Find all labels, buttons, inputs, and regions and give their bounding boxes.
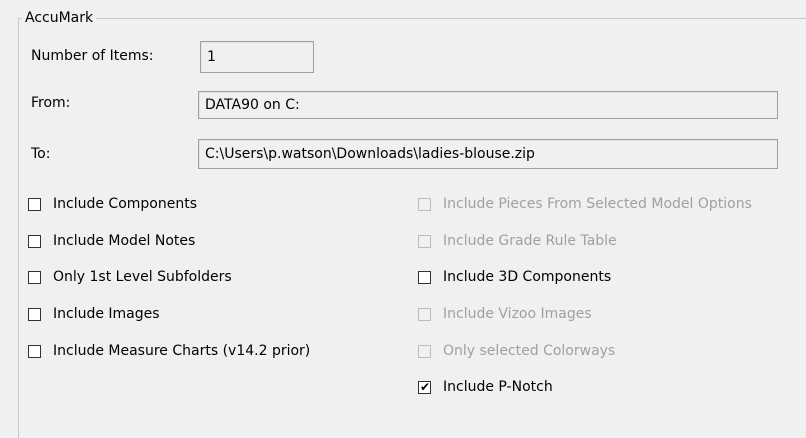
include-model-notes-option[interactable]: Include Model Notes [28,232,195,250]
checkmark-icon: ✔ [420,379,431,394]
include-model-notes-label: Include Model Notes [53,233,196,249]
include-grade-rule-table-label: Include Grade Rule Table [443,233,617,249]
number-of-items-field[interactable]: 1 [200,41,314,73]
groupbox-title: AccuMark [22,9,97,27]
include-grade-rule-table-option[interactable]: Include Grade Rule Table [418,232,617,250]
include-components-checkbox[interactable] [28,197,41,211]
include-measure-charts-checkbox[interactable] [28,344,41,358]
include-measure-charts-option[interactable]: Include Measure Charts (v14.2 prior) [28,342,310,360]
number-of-items-label: Number of Items: [31,48,154,64]
include-grade-rule-table-checkbox[interactable] [418,234,431,248]
include-pieces-selected-options-checkbox[interactable] [418,197,431,211]
include-measure-charts-label: Include Measure Charts (v14.2 prior) [53,343,311,359]
accumark-groupbox [18,18,806,438]
include-p-notch-label: Include P-Notch [443,379,553,395]
include-3d-components-option[interactable]: Include 3D Components [418,268,611,286]
include-p-notch-option[interactable]: ✔ Include P-Notch [418,378,553,396]
include-pieces-selected-options-option[interactable]: Include Pieces From Selected Model Optio… [418,195,752,213]
include-pieces-selected-options-label: Include Pieces From Selected Model Optio… [443,196,752,212]
from-field[interactable]: DATA90 on C: [198,91,778,119]
include-vizoo-images-checkbox[interactable] [418,307,431,321]
only-selected-colorways-label: Only selected Colorways [443,343,616,359]
to-field[interactable]: C:\Users\p.watson\Downloads\ladies-blous… [198,139,778,169]
only-1st-level-subfolders-option[interactable]: Only 1st Level Subfolders [28,268,232,286]
include-vizoo-images-option[interactable]: Include Vizoo Images [418,305,592,323]
from-label: From: [31,95,71,111]
include-3d-components-checkbox[interactable] [418,270,431,284]
include-model-notes-checkbox[interactable] [28,234,41,248]
only-1st-level-subfolders-label: Only 1st Level Subfolders [53,269,232,285]
include-images-checkbox[interactable] [28,307,41,321]
include-vizoo-images-label: Include Vizoo Images [443,306,592,322]
include-3d-components-label: Include 3D Components [443,269,612,285]
only-1st-level-subfolders-checkbox[interactable] [28,270,41,284]
only-selected-colorways-checkbox[interactable] [418,344,431,358]
only-selected-colorways-option[interactable]: Only selected Colorways [418,342,615,360]
include-images-label: Include Images [53,306,160,322]
include-components-option[interactable]: Include Components [28,195,197,213]
include-p-notch-checkbox[interactable]: ✔ [418,379,431,394]
include-images-option[interactable]: Include Images [28,305,160,323]
include-components-label: Include Components [53,196,197,212]
to-label: To: [31,146,51,162]
